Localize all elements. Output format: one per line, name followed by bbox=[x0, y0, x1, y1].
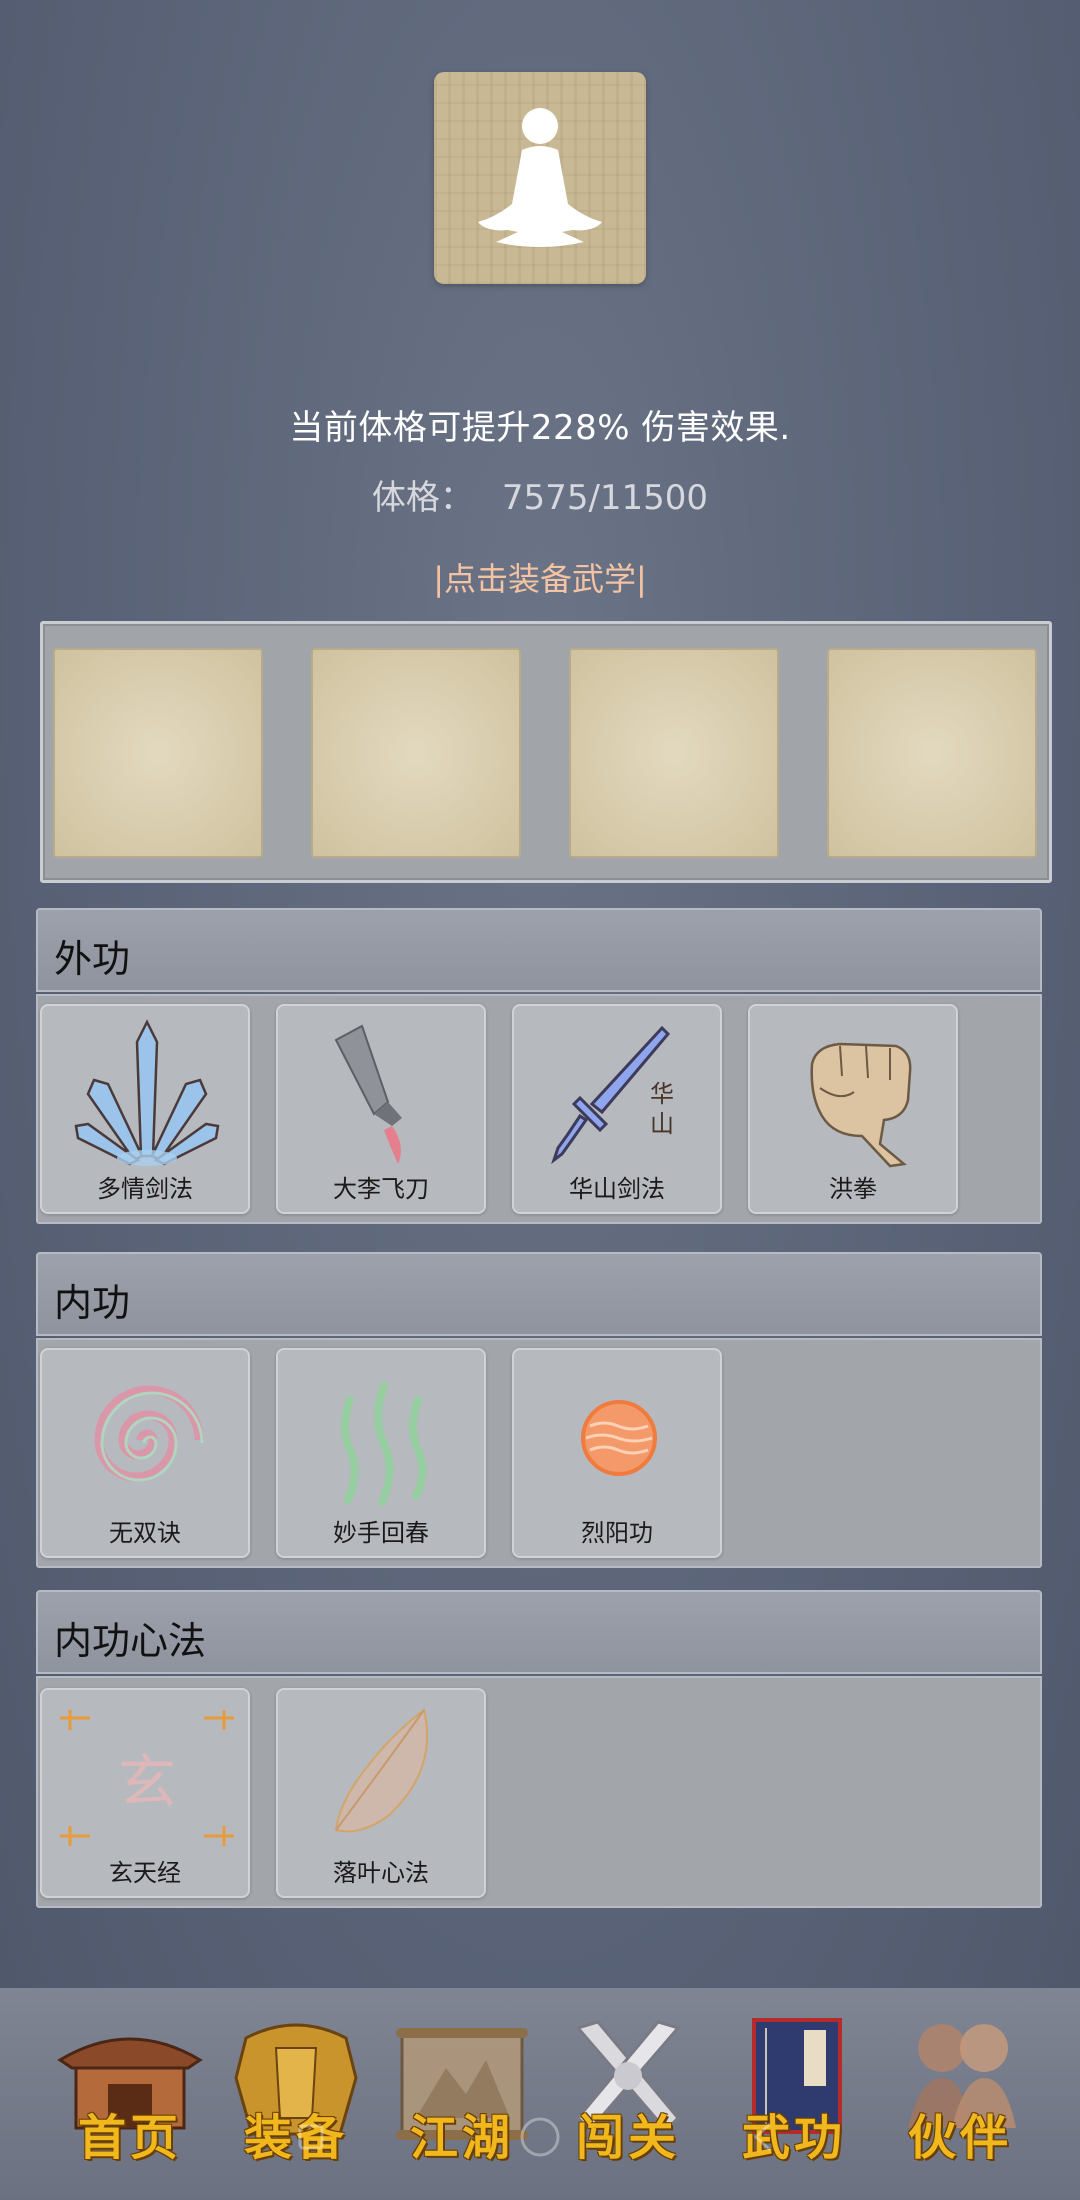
skill-card-flying-knife[interactable]: 大李飞刀 bbox=[276, 1004, 486, 1214]
mind-method-header: 内功心法 bbox=[36, 1590, 1042, 1674]
skill-card-huashan-sword[interactable]: 华 山 华山剑法 bbox=[512, 1004, 722, 1214]
skill-card-xuantian[interactable]: 玄 玄天经 bbox=[40, 1688, 250, 1898]
huashan-sword-icon: 华 山 bbox=[551, 1025, 674, 1165]
flying-knife-icon bbox=[334, 1024, 402, 1164]
skill-name: 洪拳 bbox=[829, 1175, 877, 1203]
constitution-value: 7575/11500 bbox=[501, 478, 709, 518]
skill-name: 妙手回春 bbox=[333, 1519, 429, 1547]
meditation-avatar bbox=[434, 72, 646, 284]
skill-card-duoqing-sword[interactable]: 多情剑法 bbox=[40, 1004, 250, 1214]
bottom-navigation: 首页 装备 江湖 闯关 武功 伙伴 bbox=[0, 1988, 1080, 2200]
skill-card-miaoshou[interactable]: 妙手回春 bbox=[276, 1348, 486, 1558]
equipped-skills-bar: 华 山 bbox=[40, 621, 1052, 883]
orange-sun-icon bbox=[581, 1400, 657, 1476]
mind-method-list: 玄 玄天经 落叶心法 bbox=[36, 1676, 1042, 1908]
section-title: 内功心法 bbox=[54, 1619, 207, 1663]
pink-spiral-icon bbox=[94, 1385, 204, 1482]
section-title: 外功 bbox=[54, 937, 131, 981]
equip-martial-arts-hint[interactable]: |点击装备武学| bbox=[0, 554, 1080, 600]
equipped-slot-3[interactable] bbox=[569, 648, 779, 858]
skill-name: 多情剑法 bbox=[97, 1175, 193, 1203]
skill-card-luoye[interactable]: 落叶心法 bbox=[276, 1688, 486, 1898]
home-circle-icon[interactable] bbox=[520, 2117, 560, 2157]
meditating-figure-icon bbox=[478, 108, 602, 247]
skill-card-lieyang[interactable]: 烈阳功 bbox=[512, 1348, 722, 1558]
constitution-stat: 体格： 7575/11500 bbox=[0, 470, 1080, 519]
skill-name: 华山剑法 bbox=[569, 1175, 665, 1203]
svg-text:华: 华 bbox=[650, 1080, 674, 1108]
mind-method-section: 内功心法 玄 玄天经 落叶心法 bbox=[36, 1590, 1042, 1910]
xuan-rune-icon: 玄 bbox=[60, 1710, 234, 1846]
equipped-slot-1[interactable] bbox=[53, 648, 263, 858]
skill-name: 玄天经 bbox=[109, 1859, 181, 1887]
svg-text:山: 山 bbox=[650, 1110, 674, 1138]
leaf-icon bbox=[334, 1708, 428, 1833]
blue-blades-icon bbox=[74, 1019, 220, 1166]
system-nav-indicator bbox=[298, 2117, 772, 2157]
inner-skills-list: 无双诀 妙手回春 烈阳功 bbox=[36, 1338, 1042, 1568]
damage-bonus-text: 当前体格可提升228% 伤害效果. bbox=[289, 408, 791, 448]
equipped-slot-4[interactable]: 华 山 bbox=[827, 648, 1037, 858]
skill-name: 落叶心法 bbox=[333, 1859, 429, 1887]
green-waves-icon bbox=[341, 1382, 427, 1506]
skill-card-wushuang[interactable]: 无双诀 bbox=[40, 1348, 250, 1558]
skill-card-hong-fist[interactable]: 洪拳 bbox=[748, 1004, 958, 1214]
constitution-label: 体格： bbox=[371, 478, 474, 518]
inner-skills-section: 内功 无双诀 妙手回春 烈阳功 bbox=[36, 1252, 1042, 1570]
outer-skills-list: 多情剑法 大李飞刀 华 山 华山剑法 洪拳 bbox=[36, 994, 1042, 1224]
svg-text:玄: 玄 bbox=[118, 1748, 176, 1816]
outer-skills-section: 外功 多情剑法 大李飞刀 华 山 华山剑法 洪拳 bbox=[36, 908, 1042, 1226]
equipped-slot-2[interactable] bbox=[311, 648, 521, 858]
outer-skills-header: 外功 bbox=[36, 908, 1042, 992]
back-icon[interactable] bbox=[753, 2122, 772, 2152]
inner-skills-header: 内功 bbox=[36, 1252, 1042, 1336]
section-title: 内功 bbox=[54, 1281, 131, 1325]
skill-name: 烈阳功 bbox=[581, 1519, 653, 1547]
fist-icon bbox=[810, 1042, 912, 1168]
skill-name: 大李飞刀 bbox=[333, 1175, 429, 1203]
recent-apps-icon[interactable] bbox=[298, 2124, 324, 2150]
skill-name: 无双诀 bbox=[109, 1519, 181, 1547]
